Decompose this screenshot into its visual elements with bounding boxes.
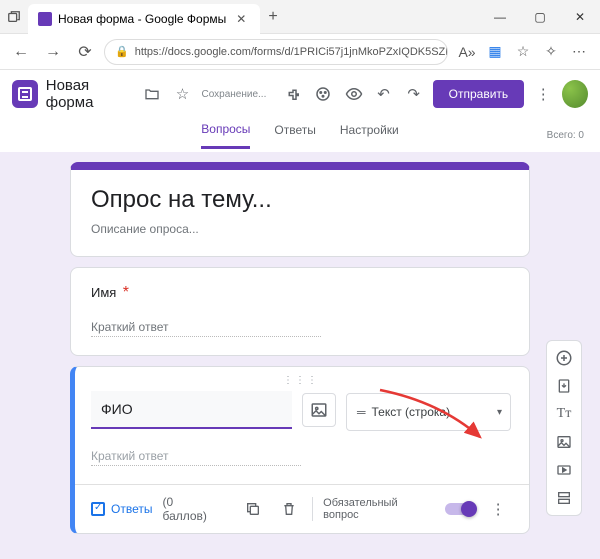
import-questions-icon[interactable] [550,373,578,399]
responses-total: Всего: 0 [547,130,584,141]
tab-responses[interactable]: Ответы [274,123,315,147]
question-more-icon[interactable]: ⋮ [485,496,511,522]
floating-toolbar: Tᴛ [546,340,582,516]
add-title-icon[interactable]: Tᴛ [550,401,578,427]
required-toggle[interactable] [445,503,475,515]
saving-status: Сохранение... [201,89,266,100]
required-star-icon: * [123,284,129,301]
tab-actions-icon[interactable] [0,10,28,24]
back-button[interactable]: ← [8,39,34,65]
undo-icon[interactable]: ↶ [373,82,395,106]
form-description-text[interactable]: Описание опроса... [91,222,509,236]
close-tab-icon[interactable]: ✕ [232,12,250,26]
tab-title: Новая форма - Google Формы [58,12,226,26]
form-title-card[interactable]: Опрос на тему... Описание опроса... [70,162,530,257]
short-text-icon: ═ [357,405,364,419]
answer-key-button[interactable]: Ответы [91,502,152,516]
redo-icon[interactable]: ↷ [403,82,425,106]
add-question-icon[interactable] [550,345,578,371]
collections-icon[interactable]: ✧ [538,39,564,65]
theme-icon[interactable] [312,82,334,106]
folder-icon[interactable] [141,82,163,106]
add-image-side-icon[interactable] [550,429,578,455]
star-icon[interactable]: ☆ [171,82,193,106]
forward-button[interactable]: → [40,39,66,65]
question-label: Имя [91,285,116,300]
new-tab-button[interactable]: + [260,8,285,26]
lock-icon: 🔒 [115,45,129,58]
url-text: https://docs.google.com/forms/d/1PRICi57… [135,46,448,58]
browser-toolbar: ← → ⟳ 🔒 https://docs.google.com/forms/d/… [0,34,600,70]
minimize-button[interactable]: ― [480,0,520,34]
form-name[interactable]: Новая форма [46,77,134,111]
avatar[interactable] [562,80,588,108]
question-card-1[interactable]: Имя * Краткий ответ [70,267,530,356]
duplicate-icon[interactable] [241,496,267,522]
question-card-2-active[interactable]: ⋮⋮⋮ ═ Текст (строка) ▾ Краткий ответ Отв… [70,366,530,534]
delete-icon[interactable] [276,496,302,522]
add-video-icon[interactable] [550,457,578,483]
reload-button[interactable]: ⟳ [72,39,98,65]
tab-settings[interactable]: Настройки [340,123,399,147]
tab-questions[interactable]: Вопросы [201,122,250,149]
form-title-text[interactable]: Опрос на тему... [91,186,509,214]
preview-icon[interactable] [342,82,364,106]
required-label: Обязательный вопрос [323,497,435,521]
short-answer-placeholder: Краткий ответ [91,449,301,466]
add-image-icon[interactable] [302,393,336,427]
add-section-icon[interactable] [550,485,578,511]
answer-key-icon [91,502,105,516]
browser-tab[interactable]: Новая форма - Google Формы ✕ [28,4,260,34]
question-type-label: Текст (строка) [372,405,451,419]
window-titlebar: Новая форма - Google Формы ✕ + ― ▢ ✕ [0,0,600,34]
forms-logo-icon[interactable] [12,80,38,108]
question-footer: Ответы (0 баллов) Обязательный вопрос ⋮ [91,485,511,533]
close-window-button[interactable]: ✕ [560,0,600,34]
address-bar[interactable]: 🔒 https://docs.google.com/forms/d/1PRICi… [104,39,448,65]
favicon-icon [38,12,52,26]
form-canvas: Опрос на тему... Описание опроса... Имя … [0,152,600,559]
form-tabs: Вопросы Ответы Настройки Всего: 0 [0,118,600,152]
chevron-down-icon: ▾ [497,407,502,418]
addons-icon[interactable] [282,82,304,106]
translate-icon[interactable]: ▦ [482,39,508,65]
points-label: (0 баллов) [162,495,220,523]
favorite-icon[interactable]: ☆ [510,39,536,65]
separator [312,497,313,521]
forms-header: Новая форма ☆ Сохранение... ↶ ↷ Отправит… [0,70,600,118]
browser-menu-icon[interactable]: ⋯ [566,39,592,65]
question-type-select[interactable]: ═ Текст (строка) ▾ [346,393,511,431]
send-button[interactable]: Отправить [433,80,525,108]
answer-key-label: Ответы [111,502,152,516]
read-aloud-icon[interactable]: A» [454,39,480,65]
answer-placeholder: Краткий ответ [91,320,321,337]
drag-handle-icon[interactable]: ⋮⋮⋮ [91,375,511,387]
more-menu-icon[interactable]: ⋮ [532,82,554,106]
question-title-input[interactable] [91,391,292,429]
maximize-button[interactable]: ▢ [520,0,560,34]
